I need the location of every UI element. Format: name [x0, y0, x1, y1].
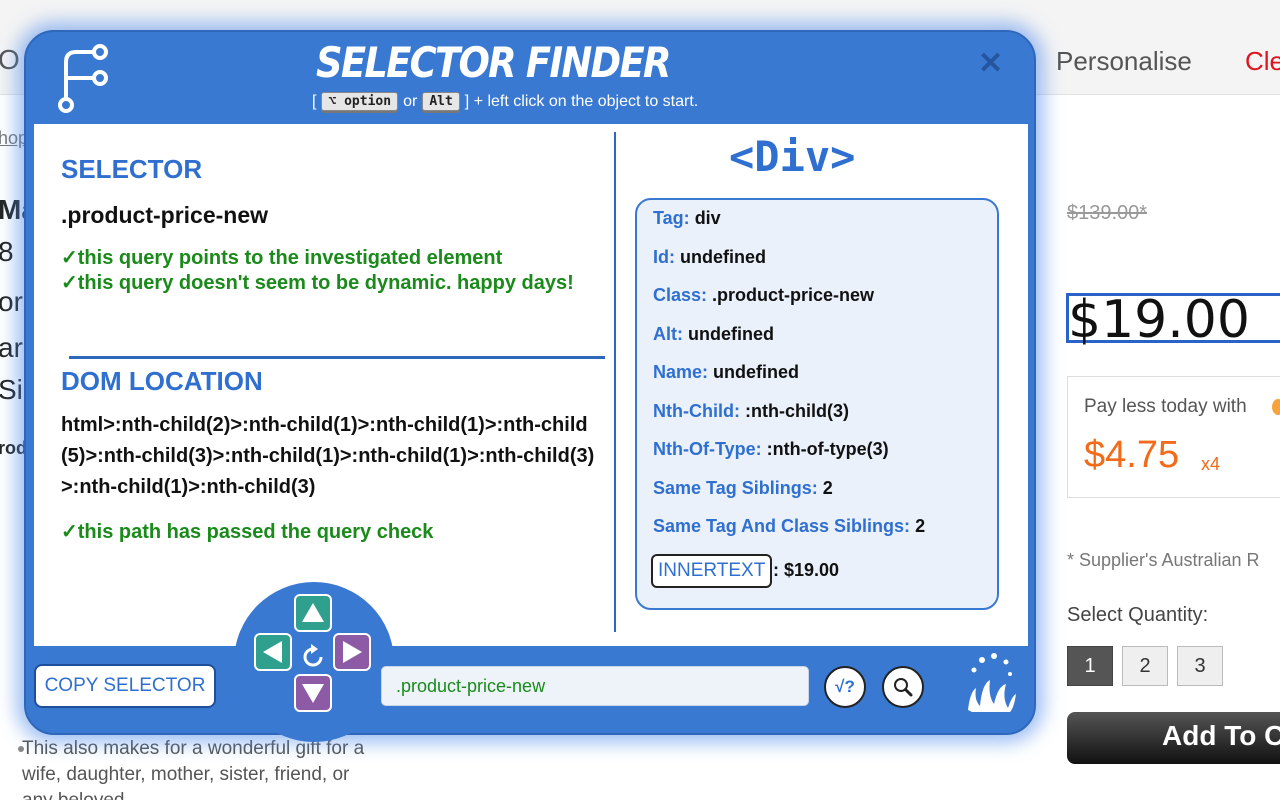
afterpay-amount: $4.75 [1084, 434, 1180, 476]
info-row-alt: Alt: undefined [653, 324, 774, 345]
info-key: Class: [653, 285, 708, 305]
alt-key: Alt [422, 92, 460, 111]
quantity-option-1[interactable]: 1 [1067, 646, 1113, 686]
selector-finder-logo-icon [58, 44, 108, 113]
innertext-button[interactable]: INNERTEXT [651, 554, 773, 588]
product-features-heading-partial: rod [0, 438, 27, 458]
info-value: div [694, 208, 721, 228]
product-text-partial: ar [0, 332, 23, 363]
info-key: Nth-Of-Type: [653, 439, 762, 459]
old-price: $139.00* [1067, 202, 1148, 224]
info-key: Alt: [653, 324, 683, 344]
info-key: Same Tag And Class Siblings: [653, 516, 911, 536]
info-row-nth-child: Nth-Child: :nth-child(3) [653, 401, 849, 422]
hint-or: or [403, 92, 418, 110]
splash-icon[interactable] [960, 652, 1020, 716]
hint-rest: ] + left click on the object to start. [464, 92, 699, 110]
reset-icon[interactable] [297, 641, 329, 673]
quantity-label: Select Quantity: [1067, 604, 1209, 626]
magnifier-icon[interactable] [882, 666, 924, 708]
nav-item-clearance[interactable]: Cle [1245, 46, 1280, 77]
arrow-right-icon[interactable] [333, 633, 371, 671]
selector-input[interactable] [381, 666, 809, 706]
check-selector-button[interactable]: √? [824, 666, 866, 708]
element-info-box: Tag: div Id: undefined Class: .product-p… [635, 198, 999, 610]
dom-path-check: ✓this path has passed the query check [61, 521, 434, 543]
info-value: undefined [680, 247, 767, 267]
hint-bracket-open: [ [312, 92, 317, 110]
selector-heading: SELECTOR [61, 154, 203, 184]
info-value: undefined [713, 362, 800, 382]
info-key: Nth-Child: [653, 401, 740, 421]
selector-finder-panel: SELECTOR FINDER [ ⌥ option or Alt ] + le… [24, 30, 1036, 742]
arrow-up-icon[interactable] [294, 594, 332, 632]
arrow-down-icon[interactable] [294, 674, 332, 712]
info-value: undefined [688, 324, 775, 344]
panel-title: SELECTOR FINDER [316, 38, 671, 87]
selector-check-pointing: ✓this query points to the investigated e… [61, 247, 503, 269]
quantity-option-3[interactable]: 3 [1177, 646, 1223, 686]
supplier-note: * Supplier's Australian R [1067, 550, 1260, 570]
product-price: $19.00 [1068, 290, 1250, 350]
selector-value: .product-price-new [61, 202, 269, 228]
afterpay-logo-icon [1272, 399, 1280, 415]
dom-location-heading: DOM LOCATION [61, 366, 263, 396]
copy-selector-button[interactable]: COPY SELECTOR [34, 664, 216, 708]
start-hint: [ ⌥ option or Alt ] + left click on the … [312, 92, 698, 111]
info-row-class: Class: .product-price-new [653, 285, 874, 306]
info-row-same-tag-siblings: Same Tag Siblings: 2 [653, 478, 833, 499]
section-divider [69, 356, 605, 359]
info-key: Same Tag Siblings: [653, 478, 818, 498]
element-tag-title: <Div> [729, 132, 856, 181]
info-value: .product-price-new [712, 285, 875, 305]
column-divider [614, 132, 616, 632]
close-icon[interactable]: ✕ [978, 46, 1003, 81]
product-bullet-text: This also makes for a wonderful gift for… [22, 738, 365, 800]
panel-content: SELECTOR .product-price-new ✓this query … [34, 124, 1028, 646]
afterpay-text: Pay less today with [1084, 396, 1247, 417]
info-value: 2 [915, 516, 926, 536]
info-row-id: Id: undefined [653, 247, 766, 268]
innertext-value: : $19.00 [773, 560, 840, 580]
option-key: ⌥ option [321, 92, 399, 111]
info-value: :nth-child(3) [744, 401, 849, 421]
selector-check-dynamic: ✓this query doesn't seem to be dynamic. … [61, 272, 574, 294]
quantity-option-2[interactable]: 2 [1122, 646, 1168, 686]
info-row-nth-of-type: Nth-Of-Type: :nth-of-type(3) [653, 439, 889, 460]
info-value: 2 [822, 478, 833, 498]
afterpay-multiplier: x4 [1201, 454, 1221, 474]
info-key: Id: [653, 247, 675, 267]
info-value: :nth-of-type(3) [766, 439, 889, 459]
arrow-left-icon[interactable] [254, 633, 292, 671]
info-row-tag: Tag: div [653, 208, 721, 229]
dom-path: html>:nth-child(2)>:nth-child(1)>:nth-ch… [61, 414, 595, 498]
info-key: Name: [653, 362, 709, 382]
nav-item-partial[interactable]: O [0, 44, 20, 76]
nav-item-personalise[interactable]: Personalise [1056, 46, 1192, 77]
info-row-same-tag-class-siblings: Same Tag And Class Siblings: 2 [653, 516, 925, 537]
info-row-name: Name: undefined [653, 362, 799, 383]
product-text-partial: 8 [0, 236, 14, 267]
add-to-cart-button[interactable]: Add To C [1067, 712, 1280, 764]
info-key: Tag: [653, 208, 690, 228]
